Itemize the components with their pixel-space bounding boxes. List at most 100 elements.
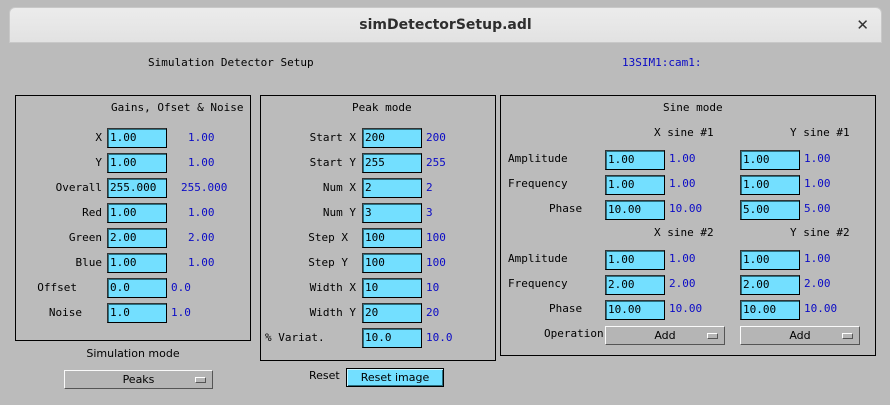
reset-image-button[interactable]: Reset image: [346, 368, 444, 387]
x-sine-2-amplitude-input[interactable]: 1.00: [605, 250, 665, 270]
x-sine-1-frequency-input[interactable]: 1.00: [605, 175, 665, 195]
gain-x-input[interactable]: 1.00: [107, 128, 167, 148]
reset-label: Reset: [309, 369, 340, 382]
sine-panel-title: Sine mode: [663, 101, 723, 114]
phase-1-label: Phase: [549, 202, 583, 215]
gain-x-label: X: [95, 131, 102, 144]
gain-green-input[interactable]: 2.00: [107, 228, 167, 248]
start-x-input[interactable]: 200: [362, 128, 422, 148]
x-sine-2-phase-readback: 10.00: [669, 302, 703, 315]
step-y-label: Step Y: [308, 256, 348, 269]
width-x-label: Width X: [309, 281, 356, 294]
offset-readback: 0.0: [171, 281, 191, 294]
x-sine-operation-menu[interactable]: Add: [605, 326, 725, 345]
gain-y-label: Y: [95, 156, 102, 169]
y-sine-2-amplitude-readback: 1.00: [804, 252, 831, 265]
y-sine-1-phase-readback: 5.00: [804, 202, 831, 215]
gain-red-label: Red: [82, 206, 102, 219]
variation-label: % Variat.: [265, 331, 325, 344]
y-sine-1-frequency-input[interactable]: 1.00: [740, 175, 800, 195]
x-sine-2-frequency-readback: 2.00: [669, 277, 696, 290]
frequency-1-label: Frequency: [508, 177, 568, 190]
y-sine-1-amplitude-readback: 1.00: [804, 152, 831, 165]
gain-blue-readback: 1.00: [188, 256, 215, 269]
start-x-readback: 200: [426, 131, 446, 144]
offset-input[interactable]: 0.0: [107, 278, 167, 298]
gain-y-readback: 1.00: [188, 156, 215, 169]
width-x-readback: 10: [426, 281, 440, 294]
gains-panel-title: Gains, Ofset & Noise: [111, 101, 244, 114]
num-x-input[interactable]: 2: [362, 178, 422, 198]
noise-readback: 1.0: [171, 306, 191, 319]
gain-green-readback: 2.00: [188, 231, 215, 244]
gain-overall-label: Overall: [55, 181, 102, 194]
pv-prefix: 13SIM1:cam1:: [622, 56, 702, 69]
gain-y-input[interactable]: 1.00: [107, 153, 167, 173]
width-y-input[interactable]: 20: [362, 303, 422, 323]
y-sine-1-amplitude-input[interactable]: 1.00: [740, 150, 800, 170]
simulation-mode-label: Simulation mode: [86, 347, 180, 360]
y-sine-operation-value: Add: [789, 329, 811, 342]
x-sine-1-header: X sine #1: [654, 126, 714, 139]
y-sine-2-phase-readback: 10.00: [804, 302, 838, 315]
gain-red-readback: 1.00: [188, 206, 215, 219]
step-x-input[interactable]: 100: [362, 228, 422, 248]
y-sine-1-frequency-readback: 1.00: [804, 177, 831, 190]
dropdown-indicator-icon: [195, 377, 206, 383]
x-sine-2-frequency-input[interactable]: 2.00: [605, 275, 665, 295]
gain-overall-input[interactable]: 255.000: [107, 178, 167, 198]
y-sine-2-phase-input[interactable]: 10.00: [740, 300, 800, 320]
num-y-input[interactable]: 3: [362, 203, 422, 223]
x-sine-1-phase-readback: 10.00: [669, 202, 703, 215]
num-y-readback: 3: [426, 206, 433, 219]
y-sine-2-frequency-input[interactable]: 2.00: [740, 275, 800, 295]
peak-panel-title: Peak mode: [352, 101, 412, 114]
dropdown-indicator-icon: [707, 333, 718, 339]
y-sine-2-header: Y sine #2: [790, 226, 850, 239]
x-sine-1-amplitude-input[interactable]: 1.00: [605, 150, 665, 170]
variation-input[interactable]: 10.0: [362, 328, 422, 348]
gain-overall-readback: 255.000: [181, 181, 228, 194]
x-sine-1-phase-input[interactable]: 10.00: [605, 200, 665, 220]
dropdown-indicator-icon: [842, 333, 853, 339]
y-sine-operation-menu[interactable]: Add: [740, 326, 860, 345]
operation-label: Operation: [544, 327, 604, 340]
gain-blue-label: Blue: [75, 256, 103, 269]
variation-readback: 10.0: [426, 331, 453, 344]
y-sine-2-amplitude-input[interactable]: 1.00: [740, 250, 800, 270]
width-y-label: Width Y: [309, 306, 356, 319]
start-y-label: Start Y: [309, 156, 356, 169]
y-sine-1-phase-input[interactable]: 5.00: [740, 200, 800, 220]
offset-label: Offset: [37, 281, 77, 294]
num-x-readback: 2: [426, 181, 433, 194]
step-y-input[interactable]: 100: [362, 253, 422, 273]
num-x-label: Num X: [322, 181, 356, 194]
gain-x-readback: 1.00: [188, 131, 215, 144]
gain-green-label: Green: [68, 231, 102, 244]
x-sine-2-phase-input[interactable]: 10.00: [605, 300, 665, 320]
gain-blue-input[interactable]: 1.00: [107, 253, 167, 273]
start-y-readback: 255: [426, 156, 446, 169]
step-x-label: Step X: [308, 231, 348, 244]
x-sine-2-amplitude-readback: 1.00: [669, 252, 696, 265]
width-x-input[interactable]: 10: [362, 278, 422, 298]
num-y-label: Num Y: [322, 206, 356, 219]
noise-label: Noise: [48, 306, 82, 319]
screen-title: Simulation Detector Setup: [148, 56, 314, 69]
close-icon[interactable]: ✕: [856, 16, 869, 34]
noise-input[interactable]: 1.0: [107, 303, 167, 323]
x-sine-operation-value: Add: [654, 329, 676, 342]
gain-red-input[interactable]: 1.00: [107, 203, 167, 223]
amplitude-2-label: Amplitude: [508, 252, 568, 265]
window-title: simDetectorSetup.adl: [359, 17, 532, 33]
width-y-readback: 20: [426, 306, 440, 319]
x-sine-1-amplitude-readback: 1.00: [669, 152, 696, 165]
amplitude-1-label: Amplitude: [508, 152, 568, 165]
simulation-mode-menu[interactable]: Peaks: [64, 370, 213, 389]
frequency-2-label: Frequency: [508, 277, 568, 290]
step-x-readback: 100: [426, 231, 446, 244]
start-x-label: Start X: [309, 131, 356, 144]
simulation-mode-value: Peaks: [122, 373, 155, 386]
start-y-input[interactable]: 255: [362, 153, 422, 173]
phase-2-label: Phase: [549, 302, 583, 315]
